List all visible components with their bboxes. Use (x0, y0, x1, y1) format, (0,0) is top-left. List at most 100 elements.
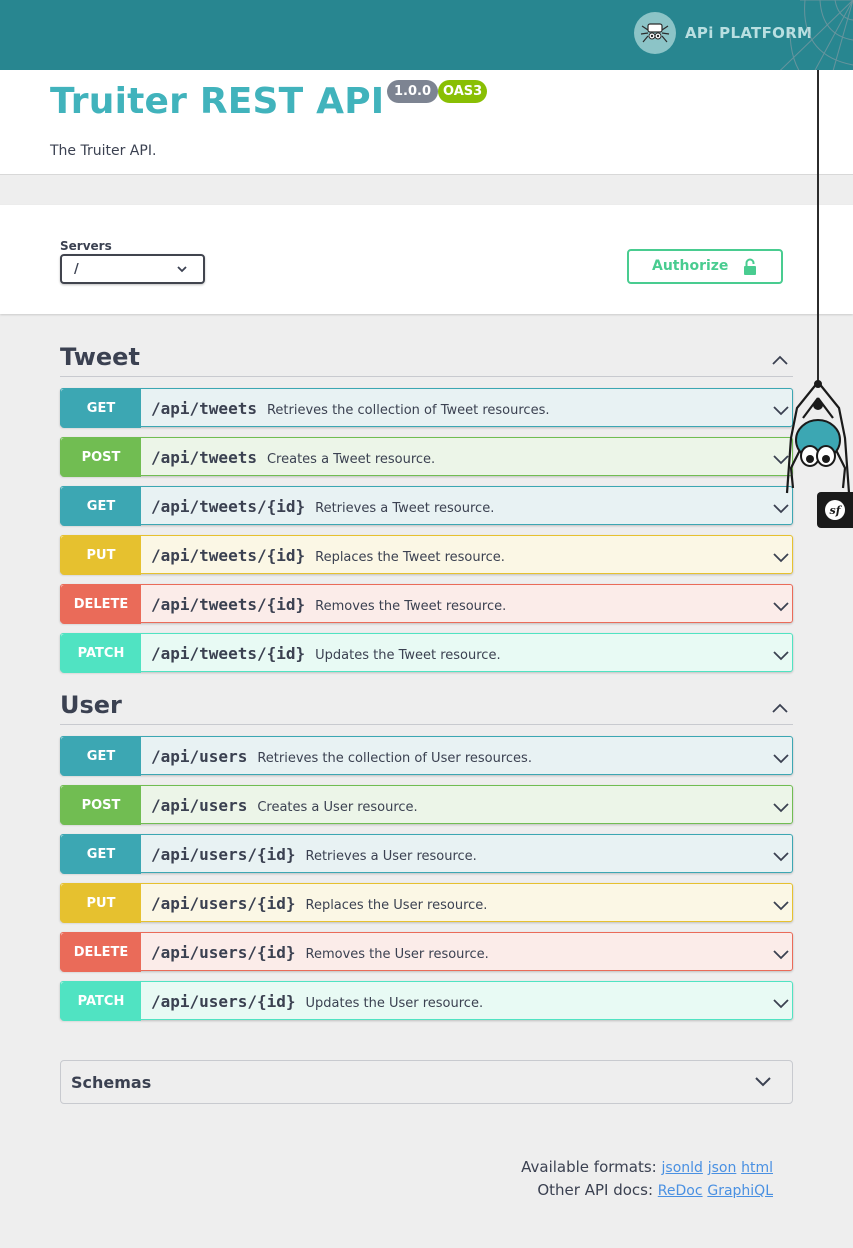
formats-label: Available formats: (521, 1158, 657, 1176)
operation-summary: Retrieves the collection of Tweet resour… (266, 403, 550, 418)
format-link-jsonld[interactable]: jsonld (662, 1160, 703, 1176)
operation-summary: Creates a User resource. (257, 800, 418, 815)
operation-path: /api/tweets/{id} Replaces the Tweet resou… (151, 546, 505, 565)
operation-post-api-tweets[interactable]: POST/api/tweets Creates a Tweet resource. (60, 437, 793, 477)
method-badge: GET (61, 737, 141, 776)
method-badge: POST (61, 438, 141, 477)
tag-name: Tweet (60, 343, 140, 371)
operation-path: /api/users/{id} Replaces the User resourc… (151, 894, 487, 913)
method-badge: PATCH (61, 982, 141, 1021)
operation-post-api-users[interactable]: POST/api/users Creates a User resource. (60, 785, 793, 825)
operation-put-api-users-id[interactable]: PUT/api/users/{id} Replaces the User reso… (60, 883, 793, 923)
operation-summary: Removes the Tweet resource. (315, 599, 507, 614)
api-description: The Truiter API. (50, 143, 157, 159)
operation-delete-api-tweets-id[interactable]: DELETE/api/tweets/{id} Removes the Tweet … (60, 584, 793, 624)
path-text: /api/tweets (151, 448, 257, 467)
schemas-label: Schemas (71, 1073, 152, 1092)
chevron-down-icon (755, 1077, 771, 1087)
method-badge: DELETE (61, 933, 141, 972)
method-badge: GET (61, 835, 141, 874)
top-bar: APi PLATFORM (0, 0, 853, 135)
path-text: /api/users/{id} (151, 894, 296, 913)
operation-path: /api/tweets Retrieves the collection of T… (151, 399, 549, 418)
format-link-html[interactable]: html (741, 1160, 773, 1176)
path-text: /api/users (151, 796, 248, 815)
operation-path: /api/tweets/{id} Removes the Tweet resour… (151, 595, 506, 614)
other-docs-label: Other API docs: (537, 1181, 654, 1199)
operation-get-api-users-id[interactable]: GET/api/users/{id} Retrieves a User resou… (60, 834, 793, 874)
operation-summary: Updates the User resource. (305, 996, 484, 1011)
chevron-down-icon (177, 266, 187, 273)
operation-patch-api-tweets-id[interactable]: PATCH/api/tweets/{id} Updates the Tweet r… (60, 633, 793, 673)
scheme-container: Servers / Authorize (0, 205, 853, 314)
other-docs-line: Other API docs: ReDoc GraphiQL (521, 1179, 773, 1202)
doc-link-redoc[interactable]: ReDoc (658, 1183, 703, 1199)
operation-path: /api/tweets Creates a Tweet resource. (151, 448, 435, 467)
formats-footer: Available formats: jsonld json html Othe… (521, 1156, 773, 1202)
servers-label: Servers (60, 239, 112, 253)
method-badge: GET (61, 487, 141, 526)
operation-put-api-tweets-id[interactable]: PUT/api/tweets/{id} Replaces the Tweet re… (60, 535, 793, 575)
operation-path: /api/users/{id} Retrieves a User resource… (151, 845, 477, 864)
tag-section-tweet[interactable]: Tweet (60, 337, 793, 377)
servers-selected-value: / (74, 262, 79, 277)
path-text: /api/tweets/{id} (151, 497, 306, 516)
chevron-down-icon (772, 799, 790, 818)
page-title: Truiter REST API (50, 81, 385, 122)
path-text: /api/users/{id} (151, 992, 296, 1011)
path-text: /api/tweets/{id} (151, 644, 306, 663)
operation-path: /api/tweets/{id} Retrieves a Tweet resour… (151, 497, 494, 516)
path-text: /api/users (151, 747, 248, 766)
operation-path: /api/tweets/{id} Updates the Tweet resour… (151, 644, 501, 663)
operation-path: /api/users Retrieves the collection of Us… (151, 747, 532, 766)
chevron-down-icon (772, 500, 790, 519)
spider-thread (817, 70, 819, 382)
operation-path: /api/users/{id} Updates the User resource… (151, 992, 483, 1011)
operation-get-api-tweets-id[interactable]: GET/api/tweets/{id} Retrieves a Tweet res… (60, 486, 793, 526)
operation-patch-api-users-id[interactable]: PATCH/api/users/{id} Updates the User res… (60, 981, 793, 1021)
doc-link-graphiql[interactable]: GraphiQL (707, 1183, 773, 1199)
operation-delete-api-users-id[interactable]: DELETE/api/users/{id} Removes the User re… (60, 932, 793, 972)
format-link-json[interactable]: json (708, 1160, 737, 1176)
chevron-down-icon (772, 750, 790, 769)
operation-path: /api/users Creates a User resource. (151, 796, 418, 815)
operation-summary: Replaces the Tweet resource. (315, 550, 505, 565)
chevron-down-icon (772, 549, 790, 568)
method-badge: PUT (61, 884, 141, 923)
api-info: Truiter REST API 1.0.0 OAS3 The Truiter … (0, 70, 853, 175)
available-formats-line: Available formats: jsonld json html (521, 1156, 773, 1179)
spider-mascot-icon (785, 380, 851, 494)
version-badge: 1.0.0 (387, 80, 439, 103)
method-badge: PATCH (61, 634, 141, 673)
operation-get-api-users[interactable]: GET/api/users Retrieves the collection of… (60, 736, 793, 776)
path-text: /api/tweets/{id} (151, 546, 306, 565)
chevron-up-icon (771, 699, 789, 718)
method-badge: GET (61, 389, 141, 428)
chevron-down-icon (772, 897, 790, 916)
path-text: /api/users/{id} (151, 943, 296, 962)
servers-select[interactable]: / (60, 254, 205, 284)
operation-summary: Retrieves a User resource. (305, 849, 477, 864)
operation-path: /api/users/{id} Removes the User resource… (151, 943, 489, 962)
operation-summary: Retrieves the collection of User resourc… (257, 751, 532, 766)
tag-section-user[interactable]: User (60, 685, 793, 725)
symfony-icon[interactable]: sf (817, 492, 853, 528)
tag-name: User (60, 691, 122, 719)
chevron-down-icon (772, 995, 790, 1014)
chevron-up-icon (771, 351, 789, 370)
operation-summary: Creates a Tweet resource. (266, 452, 436, 467)
path-text: /api/tweets (151, 399, 257, 418)
operation-get-api-tweets[interactable]: GET/api/tweets Retrieves the collection o… (60, 388, 793, 428)
operation-summary: Retrieves a Tweet resource. (315, 501, 495, 516)
authorize-button[interactable]: Authorize (627, 249, 783, 284)
method-badge: DELETE (61, 585, 141, 624)
operation-summary: Removes the User resource. (305, 947, 489, 962)
schemas-section[interactable]: Schemas (60, 1060, 793, 1104)
chevron-down-icon (772, 946, 790, 965)
authorize-label: Authorize (652, 258, 729, 274)
path-text: /api/tweets/{id} (151, 595, 306, 614)
method-badge: POST (61, 786, 141, 825)
chevron-down-icon (772, 647, 790, 666)
chevron-down-icon (772, 598, 790, 617)
operation-summary: Updates the Tweet resource. (315, 648, 501, 663)
